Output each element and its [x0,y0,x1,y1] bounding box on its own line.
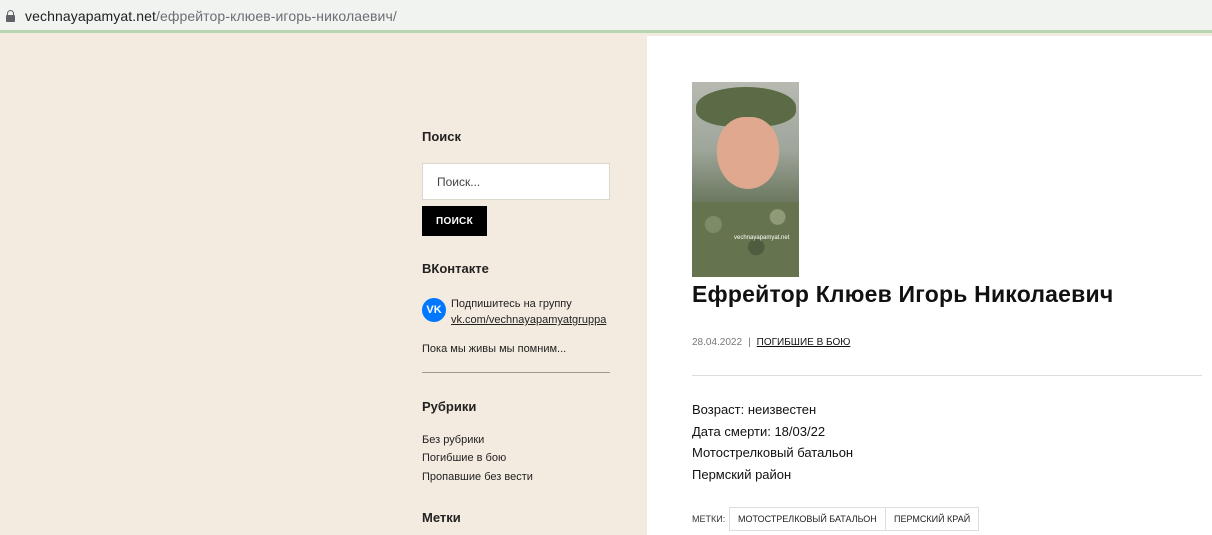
category-link[interactable]: Без рубрики [422,434,484,446]
categories-widget-title: Рубрики [422,399,477,414]
post-title: Ефрейтор Клюев Игорь Николаевич [692,281,1114,307]
post-date: 28.04.2022 [692,337,743,348]
search-input[interactable] [422,163,610,200]
sidebar [0,36,647,535]
tags-widget-title: Метки [422,510,461,525]
address-bar[interactable]: vechnayapamyat.net/ефрейтор-клюев-игорь-… [0,0,1212,33]
tags-label: МЕТКИ: [692,514,726,524]
vk-icon[interactable]: VK [422,298,446,322]
tag-link[interactable]: МОТОСТРЕЛКОВЫЙ БАТАЛЬОН [729,507,886,531]
vk-subscribe-text: Подпишитесь на группу [451,298,572,310]
tag-link[interactable]: ПЕРМСКИЙ КРАЙ [885,507,980,531]
post-line-death-date: Дата смерти: 18/03/22 [692,424,826,439]
portrait-photo: vechnayapamyat.net [692,82,799,277]
lock-icon[interactable] [6,10,15,22]
post-line-age: Возраст: неизвестен [692,402,817,417]
post-category-link[interactable]: ПОГИБШИЕ В БОЮ [757,337,851,348]
url-host: vechnayapamyat.net [25,8,156,24]
meta-separator: | [748,337,751,348]
content-divider [692,375,1202,376]
category-link[interactable]: Погибшие в бою [422,452,506,464]
post-line-region: Пермский район [692,467,792,482]
vk-group-link[interactable]: vk.com/vechnayapamyatgruppa [451,312,606,328]
category-link[interactable]: Пропавшие без вести [422,471,533,483]
search-button[interactable]: ПОИСК [422,206,487,236]
post-meta: 28.04.2022 | ПОГИБШИЕ В БОЮ [692,337,850,348]
post-line-unit: Мотострелковый батальон [692,445,854,460]
url-path: /ефрейтор-клюев-игорь-николаевич/ [156,8,397,24]
vk-widget-title: ВКонтакте [422,261,489,276]
photo-watermark: vechnayapamyat.net [734,235,790,241]
url-text[interactable]: vechnayapamyat.net/ефрейтор-клюев-игорь-… [25,8,397,24]
search-widget-title: Поиск [422,129,462,144]
vk-tagline: Пока мы живы мы помним... [422,343,567,355]
sidebar-divider [422,372,610,373]
